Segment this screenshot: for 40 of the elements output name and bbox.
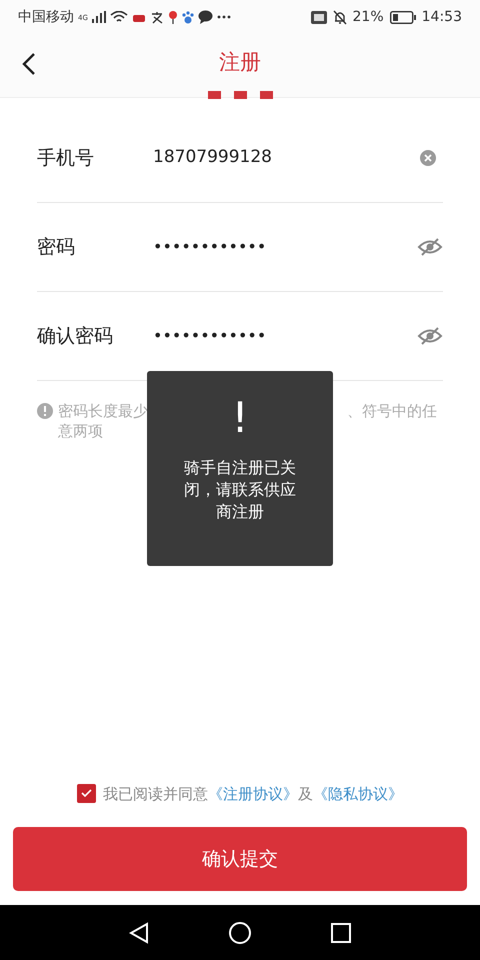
eye-hidden-icon[interactable] [417, 238, 443, 256]
toast-message: 骑手自注册已关闭，请联系供应商注册 [183, 457, 297, 523]
more-icon [216, 15, 231, 19]
back-button[interactable] [22, 52, 36, 76]
agreement-text: 我已阅读并同意 [103, 784, 208, 804]
clock-time: 14:53 [422, 8, 462, 26]
home-nav-icon[interactable] [229, 922, 251, 944]
location-pin-icon [168, 10, 178, 24]
hint-text: 意两项 [58, 422, 103, 440]
agreement-text: 及 [298, 784, 313, 804]
field-label: 密码 [37, 234, 76, 260]
hd-icon [310, 10, 327, 24]
agreement-link[interactable]: 《注册协议》 [208, 782, 298, 805]
carrier-name: 中国移动 [18, 8, 74, 26]
hint-text: 密码长度最少 [58, 401, 148, 421]
alert-icon: ! [232, 393, 248, 443]
bell-muted-icon [332, 10, 347, 24]
submit-button[interactable]: 确认提交 [13, 827, 467, 891]
field-label: 手机号 [37, 146, 95, 171]
agree-checkbox[interactable] [77, 784, 96, 804]
page-title: 注册 [219, 49, 261, 76]
input-field[interactable]: •••••••••••• [153, 324, 417, 348]
chat-bubble-icon [198, 10, 213, 24]
input-field[interactable]: •••••••••••• [153, 235, 417, 259]
check-icon [81, 789, 92, 798]
app-notification-icon [150, 10, 164, 24]
agreement-link[interactable]: 《隐私协议》 [313, 782, 403, 805]
battery-icon [390, 10, 416, 24]
hint-text: 、符号中的任 [347, 401, 437, 421]
wifi-icon [110, 10, 128, 24]
info-icon [37, 403, 53, 419]
clear-icon[interactable] [419, 149, 437, 167]
eye-hidden-icon[interactable] [417, 327, 443, 345]
input-field[interactable]: 18707999128 [153, 145, 419, 171]
battery-percent: 21% [352, 8, 384, 26]
paw-icon [182, 10, 194, 24]
signal-icon [92, 11, 106, 23]
recents-nav-icon[interactable] [331, 922, 351, 942]
back-nav-icon[interactable] [129, 922, 149, 944]
field-label: 确认密码 [37, 324, 114, 349]
